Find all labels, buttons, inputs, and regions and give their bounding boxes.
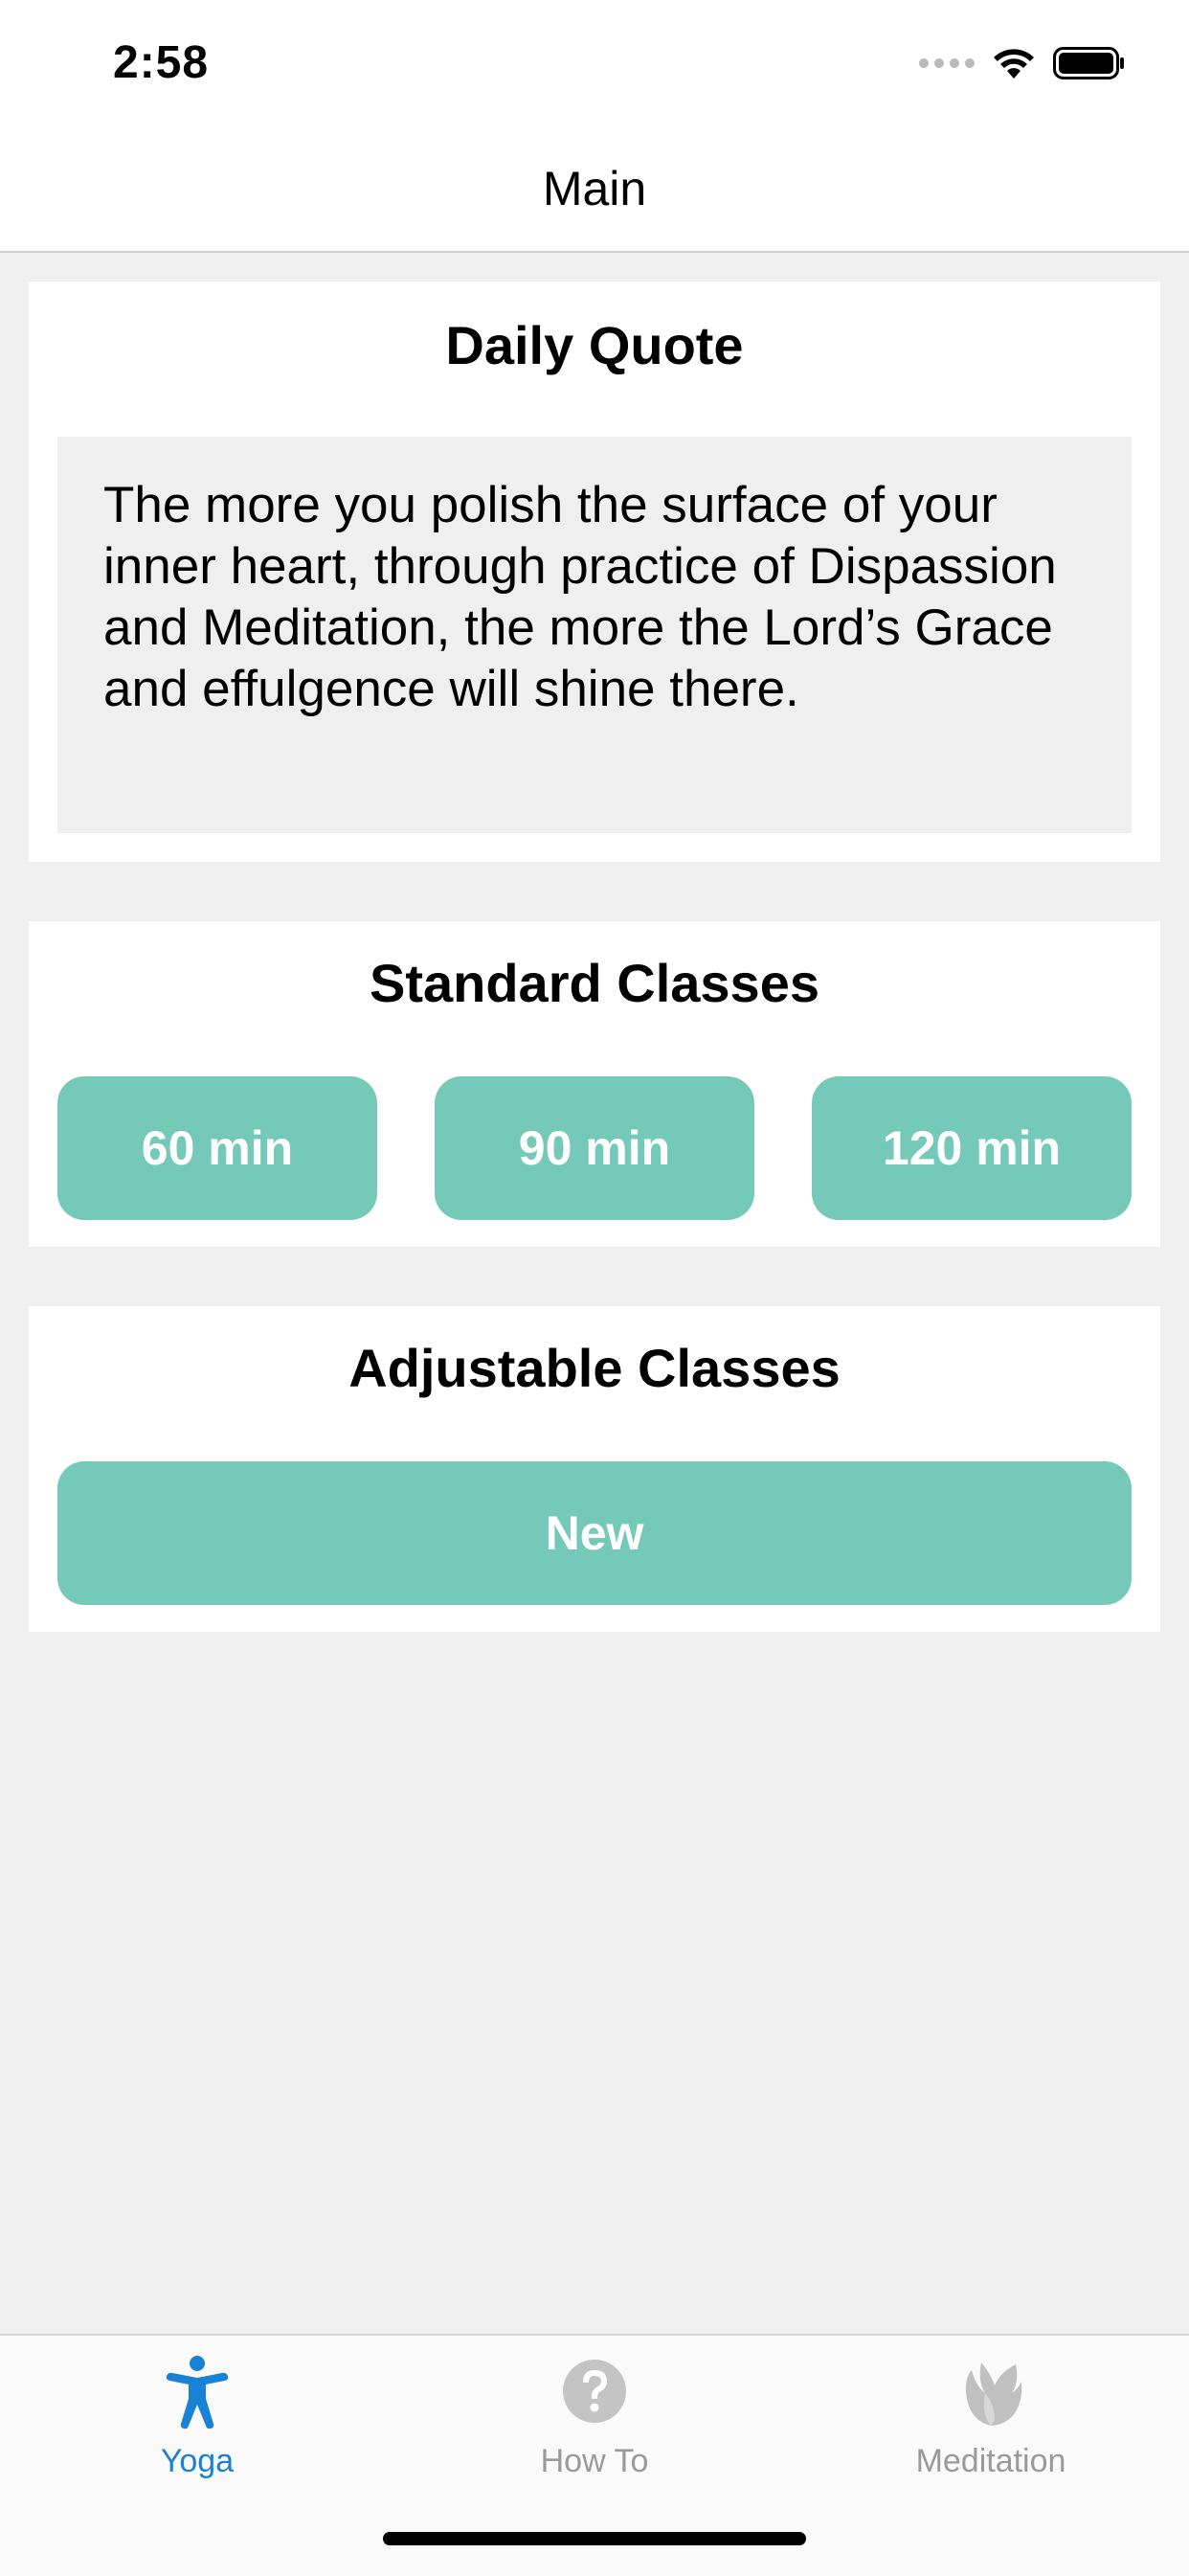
daily-quote-title: Daily Quote	[445, 315, 744, 375]
standard-classes-title: Standard Classes	[370, 953, 819, 1013]
wifi-icon	[994, 49, 1034, 79]
tab-how-to-label: How To	[540, 2443, 649, 2479]
battery-icon	[1053, 47, 1124, 79]
status-icons	[919, 42, 1126, 84]
home-indicator[interactable]	[383, 2532, 806, 2545]
tab-yoga-label: Yoga	[160, 2443, 235, 2479]
question-circle-icon	[563, 2360, 626, 2423]
new-class-button[interactable]: New	[57, 1461, 1132, 1605]
tab-yoga[interactable]: Yoga	[54, 2336, 341, 2508]
tab-meditation[interactable]: Meditation	[847, 2336, 1134, 2508]
adjustable-classes-title: Adjustable Classes	[348, 1338, 841, 1398]
navigation-header: 2:58 Main	[0, 0, 1189, 253]
90-min-button[interactable]: 90 min	[435, 1076, 754, 1220]
quote-text: The more you polish the surface of your …	[57, 437, 1132, 833]
120-min-button[interactable]: 120 min	[812, 1076, 1132, 1220]
status-time: 2:58	[113, 37, 210, 88]
60-min-button[interactable]: 60 min	[57, 1076, 377, 1220]
daily-quote-card: Daily Quote The more you polish the surf…	[29, 282, 1160, 862]
person-icon	[166, 2356, 229, 2429]
tab-how-to[interactable]: How To	[451, 2336, 738, 2508]
page-title: Main	[542, 162, 647, 215]
tab-meditation-label: Meditation	[915, 2443, 1066, 2479]
cellular-signal-icon	[919, 58, 975, 68]
lotus-icon	[965, 2362, 1022, 2426]
standard-classes-card: Standard Classes 60 min 90 min 120 min	[29, 921, 1160, 1247]
adjustable-classes-card: Adjustable Classes New	[29, 1306, 1160, 1632]
